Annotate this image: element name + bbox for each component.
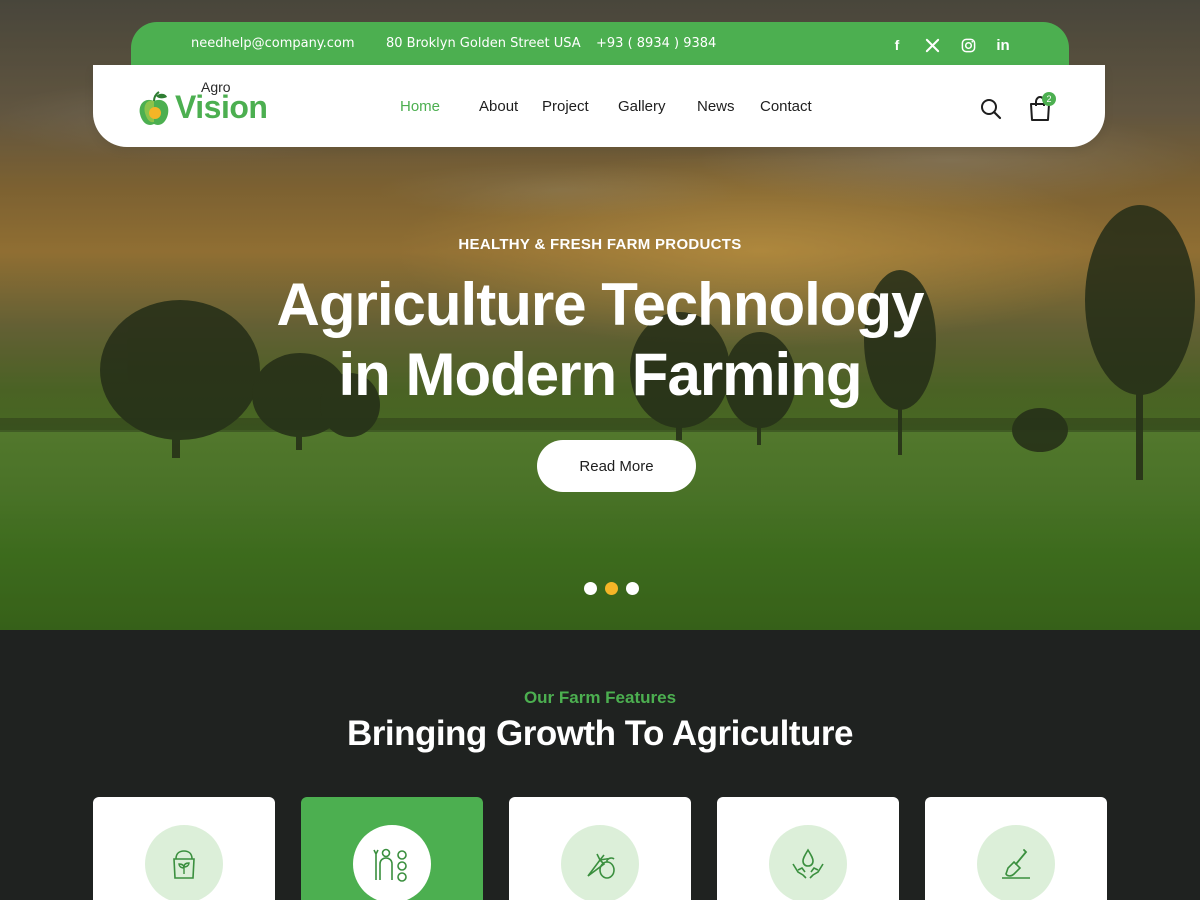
nav-about[interactable]: About [479,98,518,115]
feature-card[interactable] [925,797,1107,900]
feature-card[interactable] [509,797,691,900]
slider-dot-1[interactable] [584,582,597,595]
features-subtitle: Our Farm Features [523,688,677,707]
address-text: 80 Broklyn Golden Street USA [386,36,581,51]
site-logo[interactable]: Agro Vision [137,79,277,135]
feature-card[interactable] [301,797,483,900]
vegetables-icon [587,853,615,879]
hero-headline-line1: Agriculture Technology [276,271,925,338]
nav-project[interactable]: Project [542,98,589,115]
search-icon[interactable] [979,97,1003,121]
hero-tagline: HEALTHY & FRESH FARM PRODUCTS [458,236,742,253]
hero-headline-line2: in Modern Farming [338,341,863,408]
facebook-icon[interactable]: f [886,34,908,56]
cart-count-badge: 2 [1042,92,1056,106]
features-title: Bringing Growth To Agriculture [346,714,854,753]
instagram-icon[interactable] [957,34,979,56]
nav-news[interactable]: News [697,98,735,115]
main-navbar: Agro Vision Home About Project Gallery N… [93,65,1105,147]
nav-home[interactable]: Home [400,98,440,115]
read-more-button[interactable]: Read More [537,440,696,492]
nav-gallery[interactable]: Gallery [618,98,666,115]
linkedin-icon[interactable]: in [992,34,1014,56]
farmer-tools-icon [373,848,407,882]
water-hands-icon [792,848,824,879]
seed-bag-icon [173,850,195,879]
phone-link[interactable]: +93 ( 8934 ) 9384 [596,36,716,51]
email-link[interactable]: needhelp@company.com [191,36,355,51]
feature-card[interactable] [717,797,899,900]
apple-logo-icon [139,91,169,125]
nav-contact[interactable]: Contact [760,98,812,115]
slider-dot-3[interactable] [626,582,639,595]
slider-dot-2[interactable] [605,582,618,595]
feature-card[interactable] [93,797,275,900]
shovel-soil-icon [1002,849,1030,879]
x-icon[interactable] [921,34,943,56]
logo-large-text: Vision [175,89,268,125]
